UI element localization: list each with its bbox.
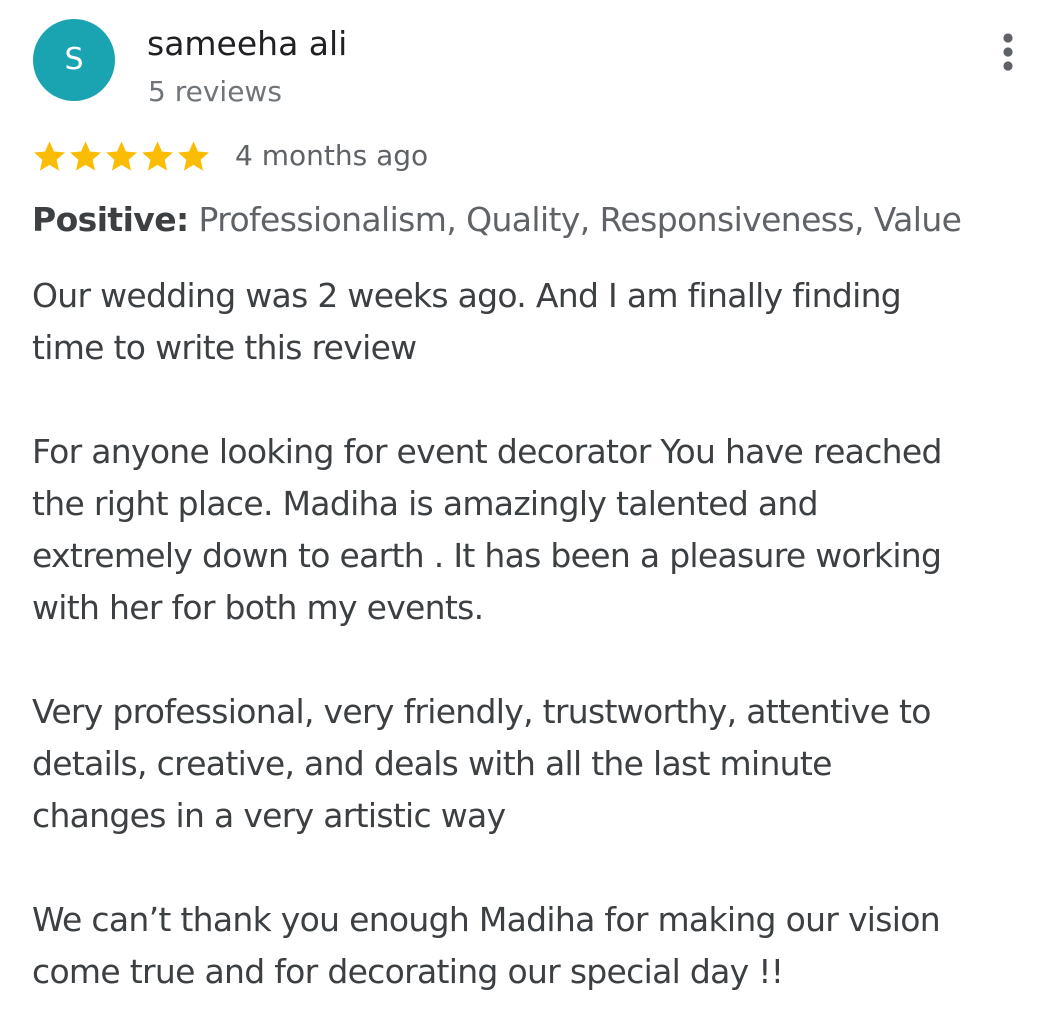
review-line: details, creative, and deals with all th… (32, 744, 832, 783)
review-card: S sameeha ali 5 reviews 4 months ago Pos… (0, 0, 1050, 1017)
attributes-values: Professionalism, Quality, Responsiveness… (198, 200, 962, 239)
star-icon (178, 140, 209, 171)
star-icon (70, 140, 101, 171)
positive-attributes: Positive: Professionalism, Quality, Resp… (32, 196, 1022, 244)
review-line: come true and for decorating our special… (32, 952, 784, 991)
review-line: time to write this review (32, 328, 417, 367)
star-icon (106, 140, 137, 171)
review-time: 4 months ago (235, 139, 429, 172)
review-count: 5 reviews (148, 75, 282, 108)
review-paragraph: For anyone looking for event decorator Y… (32, 426, 1022, 634)
review-line: changes in a very artistic way (32, 796, 506, 835)
review-line: Our wedding was 2 weeks ago. And I am fi… (32, 276, 902, 315)
review-line: For anyone looking for event decorator Y… (32, 432, 942, 471)
more-options-button[interactable] (988, 30, 1028, 78)
review-line: We can’t thank you enough Madiha for mak… (32, 900, 941, 939)
author-name[interactable]: sameeha ali (147, 22, 347, 66)
review-line: extremely down to earth . It has been a … (32, 536, 942, 575)
review-paragraph: We can’t thank you enough Madiha for mak… (32, 894, 1022, 998)
avatar[interactable]: S (33, 19, 115, 101)
review-paragraph: Very professional, very friendly, trustw… (32, 686, 1022, 842)
star-icon (142, 140, 173, 171)
review-text: Our wedding was 2 weeks ago. And I am fi… (32, 270, 1022, 998)
star-rating (32, 139, 211, 174)
star-icon (34, 140, 65, 171)
rating-row: 4 months ago (32, 134, 428, 178)
attributes-label: Positive: (32, 200, 189, 239)
review-paragraph: Our wedding was 2 weeks ago. And I am fi… (32, 270, 1022, 374)
review-line: Very professional, very friendly, trustw… (32, 692, 931, 731)
more-vert-icon (1003, 33, 1013, 71)
review-line: with her for both my events. (32, 588, 484, 627)
review-line: the right place. Madiha is amazingly tal… (32, 484, 819, 523)
